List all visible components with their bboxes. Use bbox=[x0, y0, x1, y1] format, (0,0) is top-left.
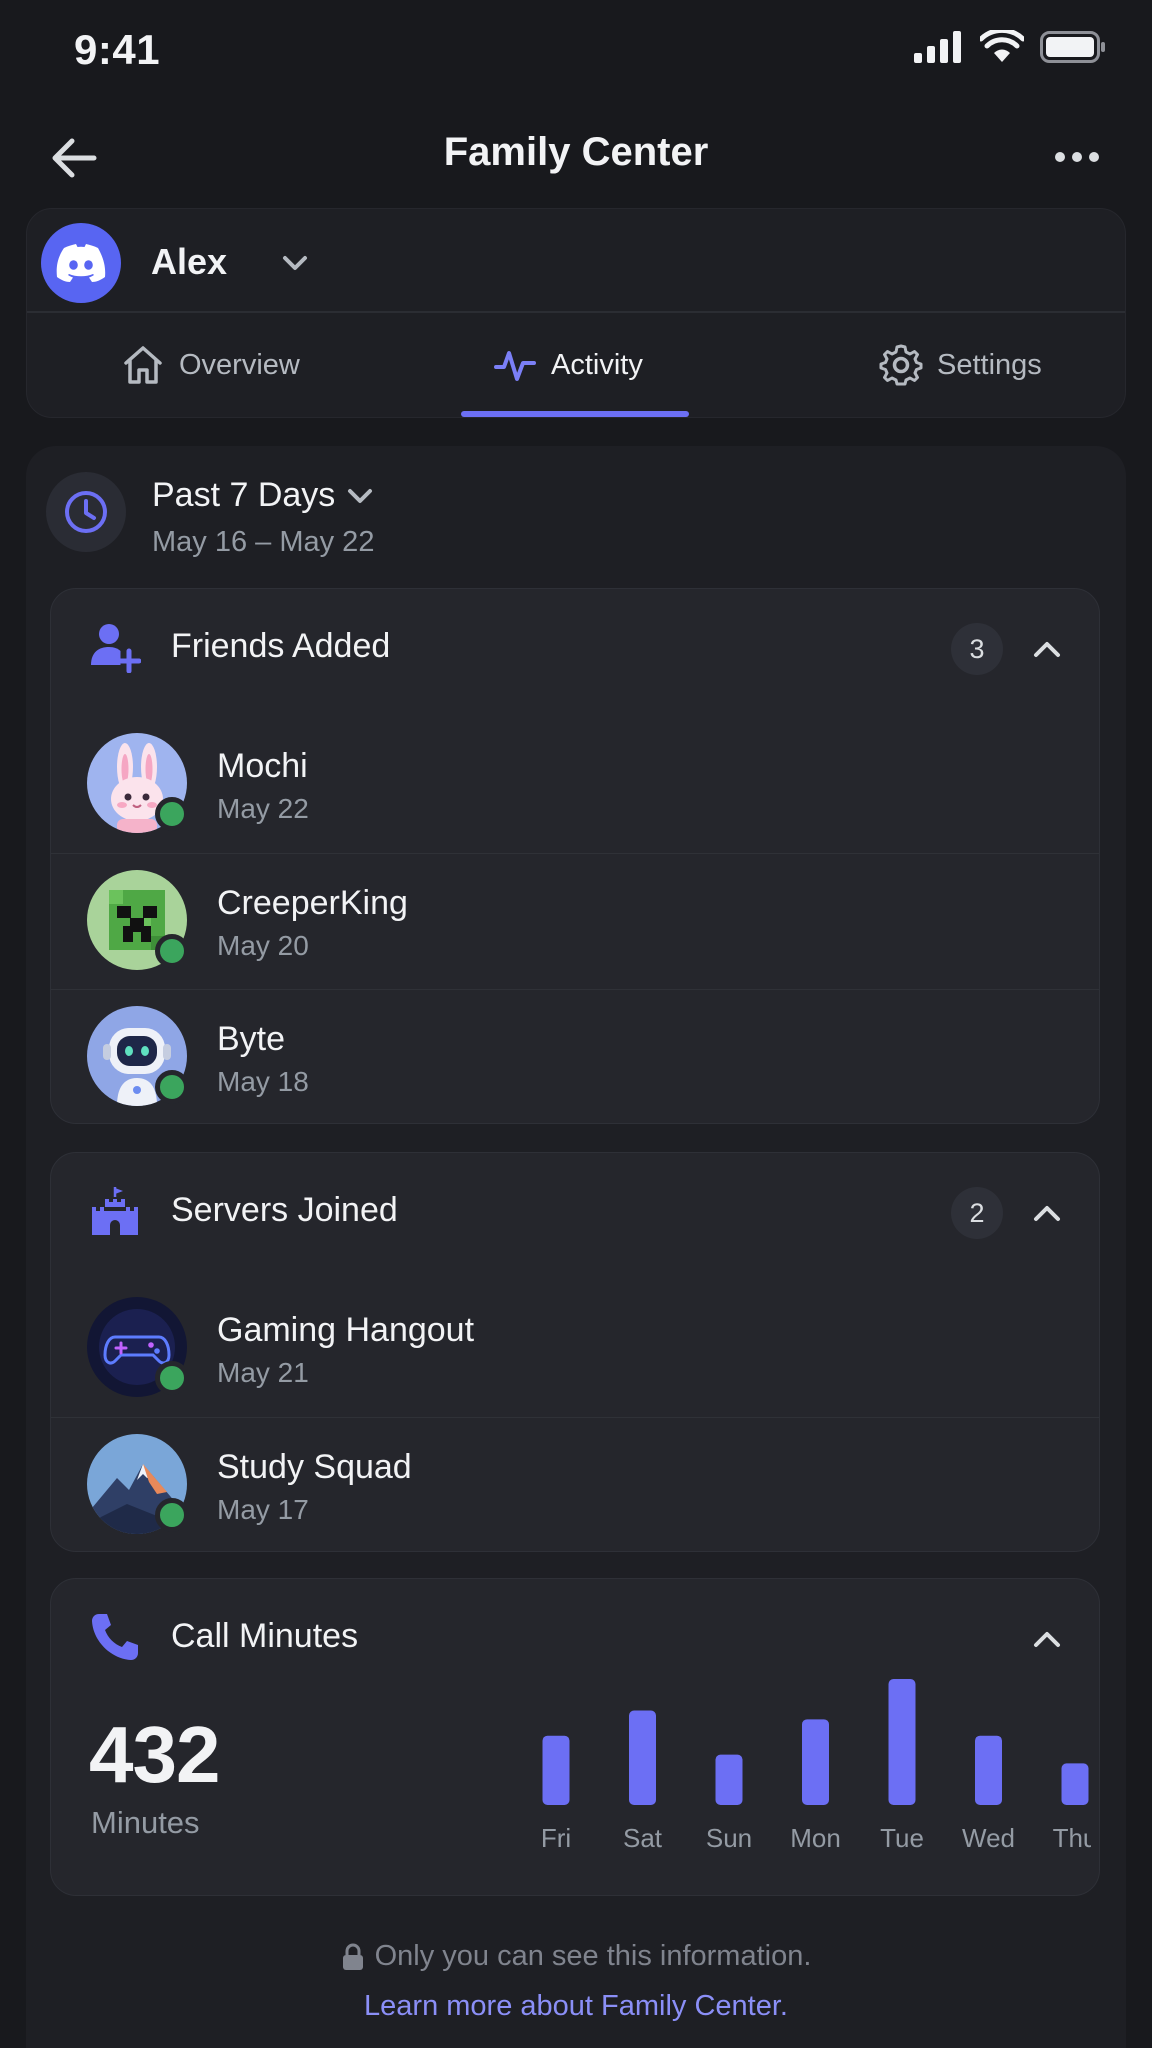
period-selector[interactable]: Past 7 Days bbox=[152, 476, 373, 515]
friend-date: May 22 bbox=[217, 793, 309, 824]
call-minutes-chart: Fri Sat Sun Mon Tue Wed Thu bbox=[541, 1679, 1091, 1853]
chart-tick-label: Thu bbox=[1053, 1823, 1091, 1853]
chart-tick-label: Tue bbox=[880, 1823, 924, 1853]
footer: Only you can see this information. Learn… bbox=[0, 1940, 1152, 2023]
chart-bar-fri bbox=[542, 1735, 570, 1805]
wifi-icon bbox=[980, 30, 1024, 62]
signal-icon bbox=[914, 31, 961, 63]
activity-icon bbox=[494, 351, 536, 381]
count-badge: 3 bbox=[951, 623, 1003, 675]
page-title: Family Center bbox=[443, 130, 709, 174]
online-status-dot bbox=[155, 934, 189, 968]
period-label: Past 7 Days bbox=[152, 476, 336, 514]
chevron-down-icon bbox=[348, 488, 373, 503]
friend-name: Mochi bbox=[217, 747, 308, 785]
server-date: May 21 bbox=[217, 1357, 309, 1388]
tab-overview-label: Overview bbox=[179, 348, 300, 381]
online-status-dot bbox=[155, 1498, 189, 1532]
privacy-text: Only you can see this information. bbox=[374, 1940, 812, 1972]
avatar bbox=[41, 223, 121, 303]
server-name: Gaming Hangout bbox=[217, 1311, 475, 1349]
section-title: Call Minutes bbox=[171, 1617, 359, 1655]
servers-joined-header[interactable]: Servers Joined 2 bbox=[51, 1153, 1099, 1269]
period-range: May 16 – May 22 bbox=[152, 526, 375, 558]
chevron-up-icon[interactable] bbox=[1023, 1615, 1071, 1663]
chart-bar-sat bbox=[629, 1710, 656, 1805]
friend-date: May 20 bbox=[217, 930, 309, 961]
list-item[interactable]: Byte May 18 bbox=[51, 989, 1099, 1125]
home-icon bbox=[124, 346, 162, 384]
list-item[interactable]: Study Squad May 17 bbox=[51, 1417, 1099, 1553]
call-minutes-unit: Minutes bbox=[91, 1805, 200, 1840]
chart-tick-label: Sun bbox=[706, 1823, 752, 1853]
gear-icon bbox=[879, 344, 923, 386]
section-title: Servers Joined bbox=[171, 1191, 398, 1229]
call-minutes-section: Call Minutes 432 Minutes Fri Sat Sun Mon Tue… bbox=[50, 1578, 1100, 1896]
server-name: Study Squad bbox=[217, 1448, 412, 1486]
chevron-down-icon bbox=[277, 245, 313, 281]
friend-date: May 18 bbox=[217, 1066, 309, 1097]
privacy-note: Only you can see this information. bbox=[341, 1940, 812, 1973]
friend-name: CreeperKing bbox=[217, 884, 408, 922]
status-bar: 9:41 bbox=[0, 0, 1152, 100]
chart-bar-wed bbox=[975, 1735, 1002, 1805]
call-minutes-header[interactable]: Call Minutes bbox=[51, 1579, 1099, 1695]
learn-more-link[interactable]: Learn more about Family Center. bbox=[0, 1990, 1152, 2023]
online-status-dot bbox=[155, 1361, 189, 1395]
account-switcher[interactable]: Alex bbox=[27, 209, 1125, 313]
chart-bar-thu bbox=[1061, 1763, 1089, 1805]
activity-panel: Past 7 Days May 16 – May 22 Friends Adde… bbox=[26, 446, 1126, 2048]
friends-added-section: Friends Added 3 Mochi May 22 CreeperKing… bbox=[50, 588, 1100, 1124]
tab-settings-label: Settings bbox=[937, 348, 1042, 381]
tab-settings[interactable]: Settings bbox=[879, 313, 1042, 417]
chart-tick-label: Wed bbox=[962, 1823, 1015, 1853]
discord-logo-icon bbox=[56, 244, 106, 282]
profile-name: Alex bbox=[151, 241, 228, 282]
castle-icon bbox=[87, 1183, 143, 1239]
chart-bar-sun bbox=[715, 1754, 743, 1805]
online-status-dot bbox=[155, 1070, 189, 1104]
clock-icon bbox=[46, 472, 126, 552]
call-minutes-total: 432 bbox=[89, 1710, 220, 1799]
active-tab-indicator bbox=[461, 411, 689, 417]
chart-tick-label: Fri bbox=[541, 1823, 571, 1853]
more-horizontal-icon bbox=[1055, 152, 1099, 162]
battery-icon bbox=[1040, 31, 1105, 63]
status-time: 9:41 bbox=[74, 26, 161, 73]
lock-icon bbox=[342, 1943, 363, 1970]
phone-icon bbox=[87, 1609, 143, 1665]
servers-joined-section: Servers Joined 2 Gaming Hangout May 21 S… bbox=[50, 1152, 1100, 1552]
chart-bar-tue bbox=[888, 1679, 916, 1805]
friends-added-header[interactable]: Friends Added 3 bbox=[51, 589, 1099, 705]
chevron-up-icon[interactable] bbox=[1023, 1189, 1071, 1237]
family-center-screen: 9:41 Family Center Alex Overview Activit… bbox=[0, 0, 1152, 2048]
chart-tick-label: Sat bbox=[623, 1823, 663, 1853]
tab-bar: Overview Activity Settings bbox=[27, 313, 1125, 419]
chart-tick-label: Mon bbox=[790, 1823, 841, 1853]
online-status-dot bbox=[155, 797, 189, 831]
count-badge: 2 bbox=[951, 1187, 1003, 1239]
tab-activity[interactable]: Activity bbox=[493, 313, 643, 417]
section-title: Friends Added bbox=[171, 627, 391, 665]
list-item[interactable]: Gaming Hangout May 21 bbox=[51, 1281, 1099, 1417]
status-icons bbox=[914, 30, 1106, 64]
server-date: May 17 bbox=[217, 1494, 309, 1525]
add-friend-icon bbox=[87, 619, 143, 675]
chart-bar-mon bbox=[802, 1719, 829, 1805]
profile-card: Alex Overview Activity Settings bbox=[26, 208, 1126, 418]
friend-name: Byte bbox=[217, 1020, 286, 1058]
chevron-up-icon[interactable] bbox=[1023, 625, 1071, 673]
tab-activity-label: Activity bbox=[551, 348, 643, 381]
more-options-button[interactable] bbox=[1042, 132, 1112, 182]
list-item[interactable]: Mochi May 22 bbox=[51, 717, 1099, 853]
top-navigation: Family Center bbox=[0, 110, 1152, 200]
list-item[interactable]: CreeperKing May 20 bbox=[51, 853, 1099, 989]
tab-overview[interactable]: Overview bbox=[121, 313, 300, 417]
